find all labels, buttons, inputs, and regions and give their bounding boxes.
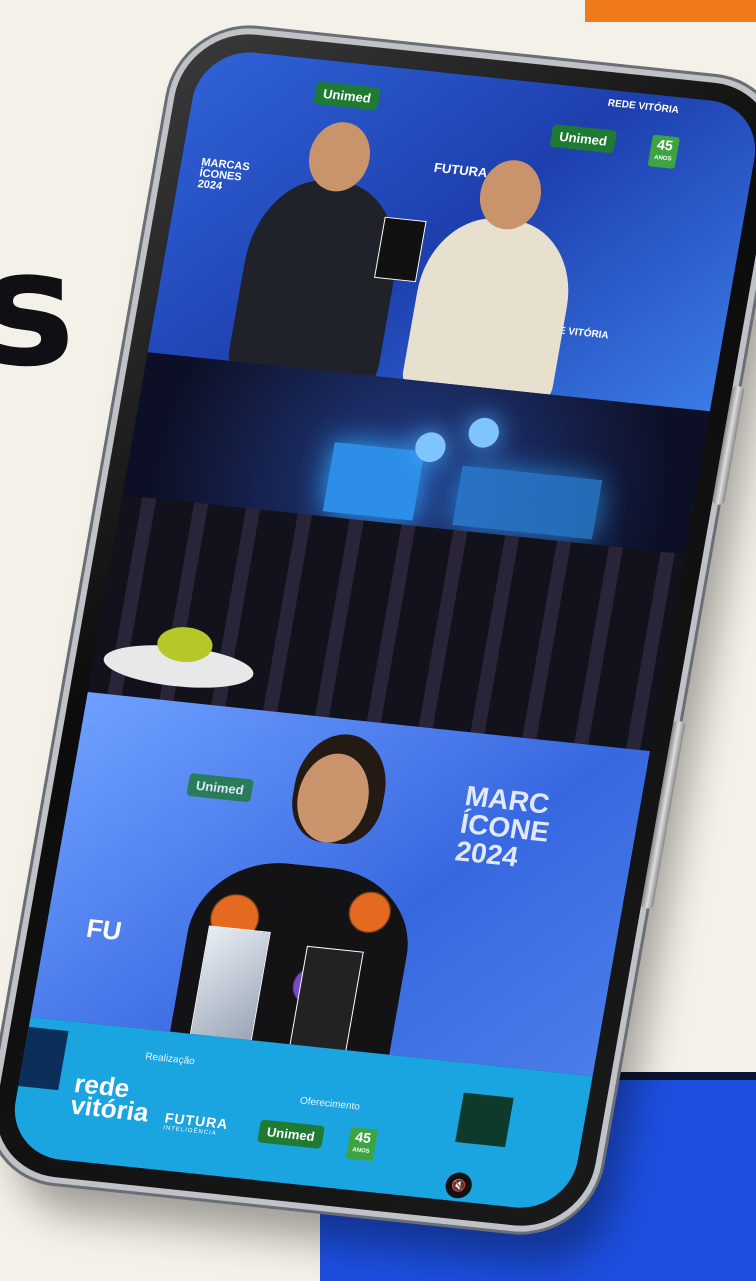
- man-light-suit: [400, 211, 581, 405]
- futura-logo: FUTURA: [432, 159, 489, 181]
- decorative-shape: [18, 1026, 69, 1091]
- oferecimento-label: Oferecimento: [298, 1095, 361, 1113]
- realizacao-label: Realização: [144, 1051, 196, 1068]
- background-glyph: s: [0, 215, 76, 402]
- video-panel-award-handover: Unimed MARCAS ÍCONES 2024 Unimed 45 ANOS …: [147, 46, 756, 412]
- video-panel-woman-trophy: Unimed MARC ÍCONE 2024 FU: [30, 692, 650, 1077]
- rede-vitoria-logo-footer: rede vitória: [68, 1068, 152, 1128]
- orange-accent-block: [585, 0, 756, 22]
- unimed-logo-3: Unimed: [186, 773, 254, 803]
- stage-screen-2: [452, 465, 603, 540]
- man-dark-suit: [225, 173, 410, 387]
- futura-logo-partial: FU: [84, 912, 124, 947]
- decorative-shape-2: [455, 1092, 514, 1148]
- anos-badge-footer: 45 ANOS: [345, 1126, 379, 1162]
- phone-mockup: Unimed MARCAS ÍCONES 2024 Unimed 45 ANOS …: [0, 27, 756, 1233]
- stage-light: [466, 416, 502, 450]
- rede-vitoria-logo: REDE VITÓRIA: [606, 97, 680, 117]
- futura-logo-footer: FUTURA INTELIGÊNCIA: [162, 1109, 230, 1137]
- unimed-logo: Unimed: [313, 81, 381, 111]
- video-panel-event-crowd: [87, 352, 710, 752]
- unimed-logo-footer: Unimed: [257, 1119, 325, 1149]
- award-trophy: [373, 216, 427, 283]
- phone-screen[interactable]: Unimed MARCAS ÍCONES 2024 Unimed 45 ANOS …: [6, 46, 756, 1214]
- stage-screen: [322, 442, 425, 521]
- unimed-logo-2: Unimed: [549, 124, 617, 154]
- phone-side-button: [711, 385, 745, 506]
- event-logo: MARCAS ÍCONES 2024: [196, 156, 251, 193]
- event-logo-large: MARC ÍCONE 2024: [453, 780, 552, 873]
- muted-speaker-icon[interactable]: 🔇: [443, 1171, 474, 1200]
- anos-badge: 45 ANOS: [647, 134, 681, 169]
